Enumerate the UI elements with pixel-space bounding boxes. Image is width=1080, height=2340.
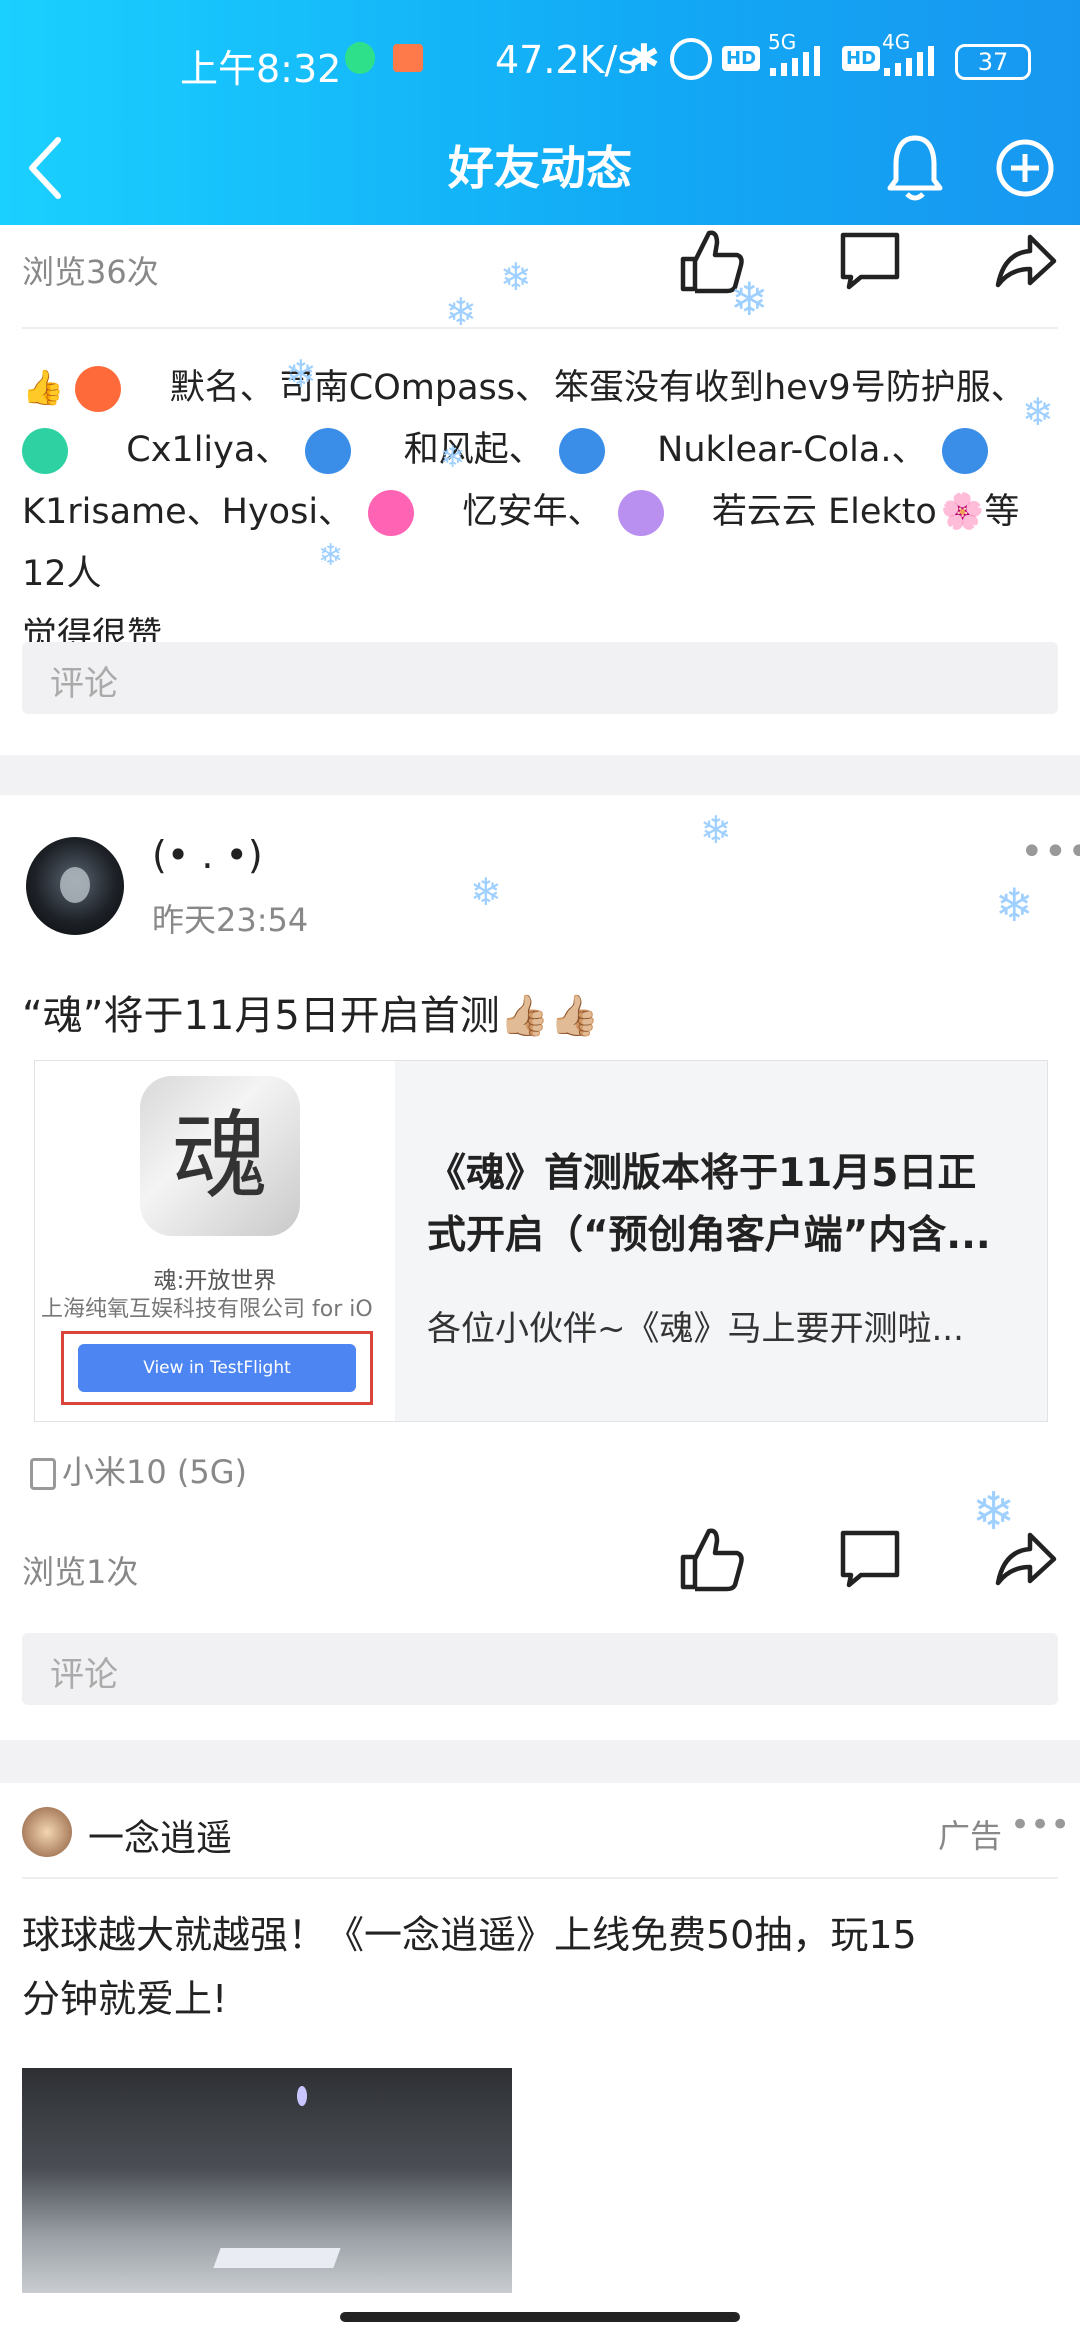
comment-placeholder: 评论 [50,664,118,704]
link-description: 各位小伙伴~《魂》马上要开测啦... [427,1309,964,1349]
snowflake-icon: ❄ [440,440,466,475]
glow-bar [213,2248,341,2268]
snowflake-icon: ❄ [972,1482,1016,1542]
comment-input[interactable]: 评论 [22,642,1058,714]
header-bar: 上午8:32 47.2K/s ✱ HD 5G HD 4G 37 好友动态 [0,0,1080,225]
view-count: 浏览1次 [22,1553,139,1591]
more-dots-icon[interactable]: ••• [1020,829,1080,875]
avatar-face [60,867,90,903]
avatar[interactable] [22,1807,72,1857]
liker-name[interactable]: K1risame、Hyosi、 [22,492,353,532]
liker-name[interactable]: 忆安年、 [462,492,602,532]
status-bar: 上午8:32 47.2K/s ✱ HD 5G HD 4G 37 [0,0,1080,120]
bluetooth-icon: ✱ [628,36,660,80]
comment-icon[interactable] [835,1523,905,1593]
likes-line-2: Cx1liya、 和风起、 Nuklear-Cola.、 [22,419,1062,481]
snowflake-icon: ❄ [445,290,477,334]
comment-input[interactable]: 评论 [22,1633,1058,1705]
shield-icon [345,42,375,74]
net-speed: 47.2K/s [495,38,638,82]
avatar-arrow[interactable] [941,428,988,474]
app-icon-char: 魂 [172,1100,268,1212]
avatar-purple[interactable] [617,490,664,536]
home-indicator[interactable] [340,2312,740,2322]
testflight-highlight: View in TestFlight [61,1331,373,1405]
link-thumbnail: 魂 魂:开放世界 上海纯氧互娱科技有限公司 for iO View in Tes… [35,1061,395,1421]
avatar-radiation[interactable] [558,428,605,474]
snowflake-icon: ❄ [995,878,1034,932]
snowflake-icon: ❄ [1022,390,1054,434]
more-dots-icon[interactable]: ••• [1010,1805,1070,1845]
testflight-button[interactable]: View in TestFlight [78,1344,356,1392]
link-title[interactable]: 《魂》首测版本将于11月5日正 式开启（“预创角客户端”内含... [427,1143,1027,1267]
post-text: “魂”将于11月5日开启首测👍🏼👍🏼 [22,993,600,1039]
device-info: 小米10 (5G) [30,1447,247,1493]
glow-spot [297,2086,307,2106]
snowflake-icon: ❄ [285,352,317,396]
ad-username[interactable]: 一念逍遥 [88,1809,232,1861]
status-time: 上午8:32 [180,47,342,91]
snowflake-icon: ❄ [730,272,769,326]
post-time: 昨天23:54 [152,901,309,939]
avatar-pink[interactable] [368,490,415,536]
app-icon: 魂 [140,1076,300,1236]
battery-icon: 37 [955,44,1031,80]
device-name: 小米10 (5G) [62,1453,248,1491]
avatar[interactable] [26,837,124,935]
liker-name[interactable]: 默名、 [170,368,275,408]
view-count: 浏览36次 [22,253,159,291]
liker-name[interactable]: 和风起、 [404,430,544,470]
signal-4g-icon [884,46,934,76]
post-card-2: (• . •) 昨天23:54 ••• “魂”将于11月5日开启首测👍🏼👍🏼 魂… [0,795,1080,1740]
hd-badge-1: HD [722,46,761,71]
comment-placeholder: 评论 [50,1655,118,1695]
app-notification-icon [393,44,423,72]
avatar-radiation[interactable] [305,428,352,474]
username[interactable]: (• . •) [152,833,263,877]
divider [22,327,1058,329]
likes-list: 👍 默名、 司南COmpass、 笨蛋没有收到hev9号防护服、 Cx1liya、 … [22,357,1062,667]
liker-name[interactable]: 司南COmpass、 [279,368,550,408]
ad-text-line-1: 球球越大就越强！《一念逍遥》上线免费50抽，玩15 [22,1913,917,1957]
divider [22,1877,1058,1879]
liker-name[interactable]: Nuklear-Cola.、 [657,430,926,470]
share-icon[interactable] [990,225,1060,295]
thumbs-up-icon[interactable] [675,1523,745,1593]
comment-icon[interactable] [835,225,905,295]
thumbs-up-small-icon: 👍 [22,368,65,408]
post-card-1: 浏览36次 👍 默名、 司南COmpass、 笨蛋没有收到hev9号防护服、 Cx1… [0,225,1080,755]
alarm-icon [670,38,712,80]
hd-badge-2: HD [842,46,881,71]
link-title-line-2: 式开启（“预创角客户端”内含... [427,1213,991,1258]
add-circle-icon[interactable] [990,128,1060,208]
snowflake-icon: ❄ [500,255,532,299]
avatar-teal[interactable] [22,428,68,474]
ad-text-line-2: 分钟就爱上! [22,1977,228,2021]
app-company: 上海纯氧互娱科技有限公司 for iO [41,1297,373,1322]
liker-name[interactable]: 笨蛋没有收到hev9号防护服、 [554,368,1026,408]
likes-line-3: K1risame、Hyosi、 忆安年、 若云云 Elekto 🌸等12人 [22,481,1062,605]
link-title-line-1: 《魂》首测版本将于11月5日正 [427,1151,977,1196]
flower-emoji-icon: 🌸 [940,492,985,532]
avatar-fire[interactable] [75,366,122,412]
app-name: 魂:开放世界 [153,1268,277,1294]
title-bar: 好友动态 [0,118,1080,218]
battery-level: 37 [977,48,1009,76]
ad-video-thumbnail[interactable] [22,2068,512,2293]
likes-line-1: 👍 默名、 司南COmpass、 笨蛋没有收到hev9号防护服、 [22,357,1062,419]
link-preview-card[interactable]: 魂 魂:开放世界 上海纯氧互娱科技有限公司 for iO View in Tes… [34,1060,1048,1422]
snowflake-icon: ❄ [318,538,344,573]
liker-name[interactable]: Cx1liya、 [126,430,290,470]
signal-5g-icon [770,46,820,76]
bell-icon[interactable] [880,128,950,208]
ad-card: 一念逍遥 广告 ••• 球球越大就越强！《一念逍遥》上线免费50抽，玩15 分钟… [0,1783,1080,2340]
liker-name[interactable]: 若云云 Elekto [712,492,937,532]
snowflake-icon: ❄ [470,870,502,914]
ad-badge: 广告 [938,1817,1003,1855]
snowflake-icon: ❄ [700,808,732,852]
phone-icon [30,1458,56,1490]
ad-text: 球球越大就越强！《一念逍遥》上线免费50抽，玩15 分钟就爱上! [22,1903,1062,2031]
